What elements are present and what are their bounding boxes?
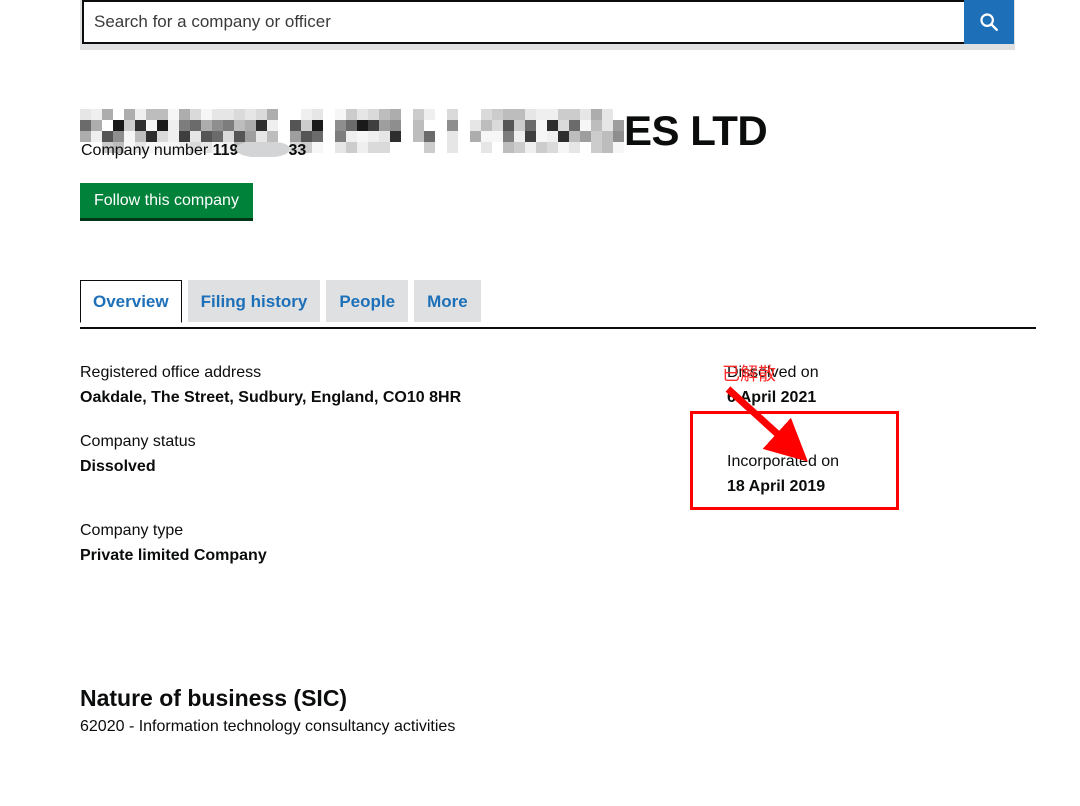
company-number: Company number 119 33 xyxy=(81,142,306,160)
sic-heading: Nature of business (SIC) xyxy=(80,685,348,712)
detail-label: Company type xyxy=(80,522,184,539)
follow-company-button[interactable]: Follow this company xyxy=(80,183,253,221)
detail-value: 6 April 2021 xyxy=(727,389,817,406)
tabs-bottom-rule xyxy=(80,327,1036,329)
overview-left-column: Registered office address Oakdale, The St… xyxy=(80,362,640,589)
detail-block: Company type Private limited Company xyxy=(80,520,640,567)
annotation-label: 已解散 xyxy=(722,364,776,385)
company-number-suffix: 33 xyxy=(288,142,307,159)
company-number-prefix: 119 xyxy=(212,142,239,159)
tab-more[interactable]: More xyxy=(414,280,481,322)
detail-block: Incorporated on 18 April 2019 xyxy=(727,451,1017,498)
detail-block: Company status Dissolved xyxy=(80,431,640,478)
company-name-visible: ES LTD xyxy=(624,107,768,155)
tab-people[interactable]: People xyxy=(326,280,409,322)
company-overview-page: ES LTD Company number 119 33 Follow this … xyxy=(0,0,1080,806)
detail-value: Dissolved xyxy=(80,458,156,475)
tab-filing-history[interactable]: Filing history xyxy=(187,280,321,322)
detail-block: Registered office address Oakdale, The St… xyxy=(80,362,640,409)
company-number-redaction xyxy=(236,142,291,157)
redaction-block xyxy=(413,109,435,154)
detail-value: 18 April 2019 xyxy=(727,478,826,495)
sic-item: 62020 - Information technology consultan… xyxy=(80,718,456,735)
company-search-form xyxy=(82,0,1014,44)
redaction-block xyxy=(470,109,624,154)
redaction-block xyxy=(335,109,401,154)
detail-label: Incorporated on xyxy=(727,453,840,470)
detail-label: Registered office address xyxy=(80,364,262,381)
search-submit-button[interactable] xyxy=(964,0,1014,44)
search-input[interactable] xyxy=(82,0,964,44)
company-number-label: Company number xyxy=(81,142,209,159)
detail-value: Oakdale, The Street, Sudbury, England, C… xyxy=(80,389,462,406)
detail-value: Private limited Company xyxy=(80,547,267,564)
search-icon xyxy=(978,11,1000,33)
detail-label: Company status xyxy=(80,433,196,450)
redaction-block xyxy=(447,109,458,154)
company-tabs: Overview Filing history People More xyxy=(80,279,1036,329)
tab-overview[interactable]: Overview xyxy=(80,280,182,323)
